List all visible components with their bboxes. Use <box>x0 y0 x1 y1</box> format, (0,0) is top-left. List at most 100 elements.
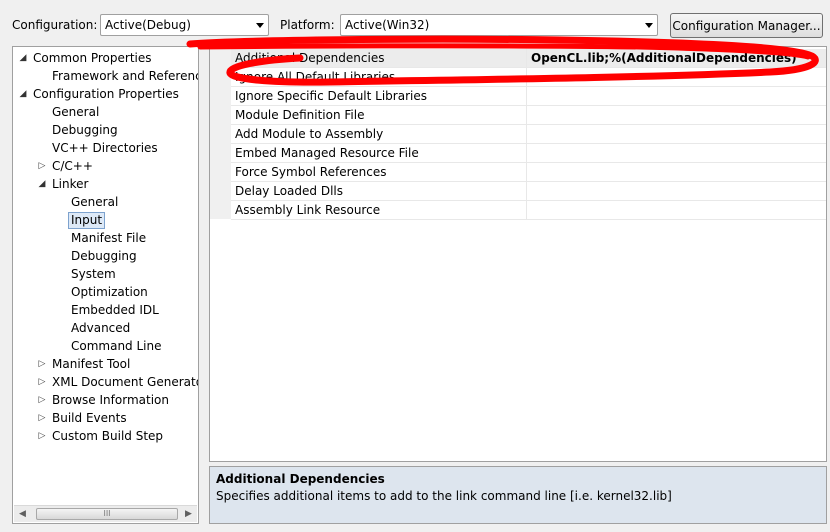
grid-row-force-symbol-references[interactable]: Force Symbol References <box>231 163 826 182</box>
grid-row-ignore-specific-default-libraries[interactable]: Ignore Specific Default Libraries <box>231 87 826 106</box>
property-name: Additional Dependencies <box>235 51 385 65</box>
expand-icon[interactable]: ▷ <box>37 391 47 409</box>
property-name: Module Definition File <box>235 108 365 122</box>
chevron-down-icon <box>256 23 264 28</box>
property-value[interactable]: OpenCL.lib;%(AdditionalDependencies) <box>531 51 797 65</box>
tree-item-label: General <box>71 195 119 209</box>
expand-icon[interactable]: ◢ <box>18 49 28 67</box>
horizontal-scrollbar[interactable]: ◀ III ▶ <box>14 505 197 522</box>
tree-item-manifest-tool[interactable]: ▷ Manifest Tool <box>13 355 198 373</box>
tree-item-label: Debugging <box>71 249 137 263</box>
column-divider <box>526 125 527 144</box>
tree-item-label: Build Events <box>52 411 127 425</box>
tree-item-browse-information[interactable]: ▷ Browse Information <box>13 391 198 409</box>
expand-icon[interactable]: ▷ <box>37 373 47 391</box>
property-name: Assembly Link Resource <box>235 203 381 217</box>
platform-dropdown[interactable]: Active(Win32) <box>340 14 658 36</box>
tree-item-c-cpp[interactable]: ▷ C/C++ <box>13 157 198 175</box>
expand-icon[interactable]: ▷ <box>37 409 47 427</box>
tree-item-label: Configuration Properties <box>33 87 179 101</box>
property-name: Ignore Specific Default Libraries <box>235 89 427 103</box>
tree-item-label: Common Properties <box>33 51 152 65</box>
tree-item-common-properties[interactable]: ◢ Common Properties <box>13 49 198 67</box>
configuration-value: Active(Debug) <box>105 18 191 32</box>
scroll-thumb[interactable]: III <box>36 508 178 520</box>
column-divider <box>526 68 527 87</box>
tree-item-label: System <box>71 267 116 281</box>
tree-item-vc-directories[interactable]: VC++ Directories <box>13 139 198 157</box>
tree-item-label: Embedded IDL <box>71 303 159 317</box>
expand-icon[interactable]: ▷ <box>37 157 47 175</box>
grid-row-add-module-to-assembly[interactable]: Add Module to Assembly <box>231 125 826 144</box>
scroll-right-icon[interactable]: ▶ <box>180 506 197 522</box>
description-panel: Additional Dependencies Specifies additi… <box>209 466 827 524</box>
column-divider <box>526 49 527 68</box>
tree-item-label: Manifest File <box>71 231 147 245</box>
tree-item-linker[interactable]: ◢ Linker <box>13 175 198 193</box>
chevron-down-icon <box>645 23 653 28</box>
tree-item-label: Input <box>68 212 106 229</box>
property-tree[interactable]: ◢ Common Properties Framework and Refere… <box>12 46 199 524</box>
column-divider <box>526 87 527 106</box>
grid-gutter <box>210 47 231 219</box>
tree-item-command-line[interactable]: Command Line <box>13 337 198 355</box>
tree-item-custom-build-step[interactable]: ▷ Custom Build Step <box>13 427 198 445</box>
description-text: Specifies additional items to add to the… <box>216 489 672 503</box>
column-divider <box>526 144 527 163</box>
expand-icon[interactable]: ▷ <box>37 427 47 445</box>
tree-item-system[interactable]: System <box>13 265 198 283</box>
tree-item-label: Framework and References <box>52 69 199 83</box>
tree-item-linker-input[interactable]: Input <box>13 211 198 229</box>
expand-icon[interactable]: ▷ <box>37 355 47 373</box>
grid-row-assembly-link-resource[interactable]: Assembly Link Resource <box>231 201 826 220</box>
tree-item-label: Linker <box>52 177 89 191</box>
property-grid[interactable]: Additional Dependencies OpenCL.lib;%(Add… <box>209 46 827 462</box>
description-title: Additional Dependencies <box>216 472 385 486</box>
grid-row-embed-managed-resource-file[interactable]: Embed Managed Resource File <box>231 144 826 163</box>
tree-item-optimization[interactable]: Optimization <box>13 283 198 301</box>
grid-row-delay-loaded-dlls[interactable]: Delay Loaded Dlls <box>231 182 826 201</box>
tree-item-xml-document-generator[interactable]: ▷ XML Document Generator <box>13 373 198 391</box>
configuration-manager-button[interactable]: Configuration Manager... <box>670 13 823 38</box>
tree-item-label: Command Line <box>71 339 162 353</box>
tree-item-label: Browse Information <box>52 393 169 407</box>
grid-row-ignore-all-default-libraries[interactable]: Ignore All Default Libraries <box>231 68 826 87</box>
tree-item-label: Optimization <box>71 285 148 299</box>
tree-item-configuration-properties[interactable]: ◢ Configuration Properties <box>13 85 198 103</box>
configuration-dropdown[interactable]: Active(Debug) <box>100 14 269 36</box>
tree-item-embedded-idl[interactable]: Embedded IDL <box>13 301 198 319</box>
tree-item-label: VC++ Directories <box>52 141 158 155</box>
grid-row-additional-dependencies[interactable]: Additional Dependencies OpenCL.lib;%(Add… <box>231 49 826 68</box>
tree-item-general[interactable]: General <box>13 103 198 121</box>
expand-icon[interactable]: ◢ <box>18 85 28 103</box>
platform-value: Active(Win32) <box>345 18 430 32</box>
tree-item-advanced[interactable]: Advanced <box>13 319 198 337</box>
tree-item-label: General <box>52 105 100 119</box>
platform-label: Platform: <box>280 18 335 32</box>
property-name: Delay Loaded Dlls <box>235 184 343 198</box>
column-divider <box>526 182 527 201</box>
property-name: Embed Managed Resource File <box>235 146 419 160</box>
tree-item-label: XML Document Generator <box>52 375 199 389</box>
tree-item-label: C/C++ <box>52 159 93 173</box>
tree-item-label: Custom Build Step <box>52 429 164 443</box>
tree-item-linker-debugging[interactable]: Debugging <box>13 247 198 265</box>
property-name: Add Module to Assembly <box>235 127 384 141</box>
tree-item-framework-references[interactable]: Framework and References <box>13 67 198 85</box>
tree-item-label: Advanced <box>71 321 131 335</box>
scroll-left-icon[interactable]: ◀ <box>14 506 31 522</box>
column-divider <box>526 106 527 125</box>
configuration-label: Configuration: <box>12 18 98 32</box>
tree-item-build-events[interactable]: ▷ Build Events <box>13 409 198 427</box>
expand-icon[interactable]: ◢ <box>37 175 47 193</box>
tree-item-manifest-file[interactable]: Manifest File <box>13 229 198 247</box>
tree-item-label: Debugging <box>52 123 118 137</box>
tree-item-label: Manifest Tool <box>52 357 131 371</box>
tree-item-debugging[interactable]: Debugging <box>13 121 198 139</box>
column-divider <box>526 201 527 220</box>
column-divider <box>526 163 527 182</box>
property-name: Ignore All Default Libraries <box>235 70 396 84</box>
tree-item-linker-general[interactable]: General <box>13 193 198 211</box>
grid-row-module-definition-file[interactable]: Module Definition File <box>231 106 826 125</box>
property-name: Force Symbol References <box>235 165 387 179</box>
